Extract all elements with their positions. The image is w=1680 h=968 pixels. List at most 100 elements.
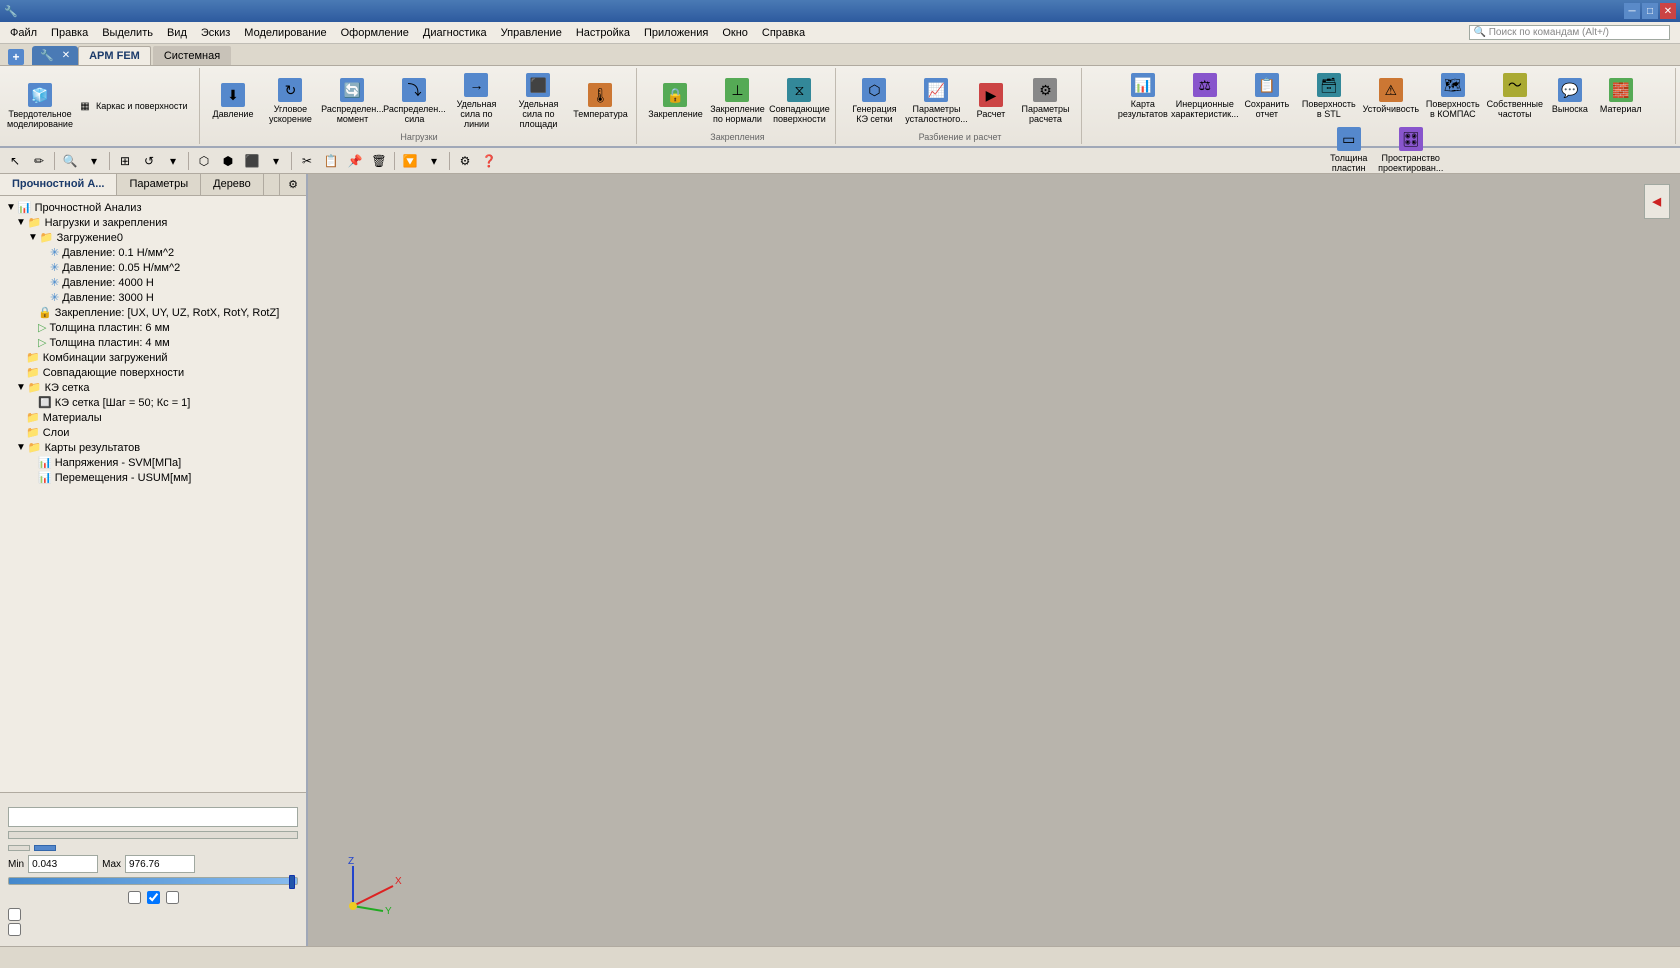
- menu-view[interactable]: Вид: [161, 25, 193, 41]
- angular-acc-btn[interactable]: ↻ Угловое ускорение: [260, 75, 320, 127]
- menu-format[interactable]: Оформление: [335, 25, 415, 41]
- design-space-btn[interactable]: 🎛 Пространство проектирован...: [1381, 124, 1441, 176]
- menu-edit[interactable]: Правка: [45, 25, 94, 41]
- menu-control[interactable]: Управление: [495, 25, 568, 41]
- material-btn[interactable]: 🧱 Материал: [1595, 75, 1647, 117]
- tree-item-pressure2[interactable]: ✳ Давление: 0.05 Н/мм^2: [4, 260, 302, 275]
- tree-item-thickness6[interactable]: ▷ Толщина пластин: 6 мм: [4, 320, 302, 335]
- tb-zoom-btn[interactable]: 🔍: [59, 150, 81, 172]
- close-tab-icon[interactable]: ✕: [62, 50, 70, 61]
- search-box[interactable]: 🔍 Поиск по командам (Alt+/): [1469, 25, 1670, 40]
- dp-recolor-cb[interactable]: [8, 908, 21, 921]
- calculate-btn[interactable]: ▶ Расчет: [968, 80, 1013, 122]
- tab-params[interactable]: Параметры: [117, 174, 201, 195]
- solid-model-btn[interactable]: 🧊 Твердотельное моделирование: [10, 80, 70, 132]
- minimize-btn[interactable]: ─: [1624, 3, 1640, 19]
- tree-item-loading0[interactable]: ▼ 📁 Загружение0: [4, 230, 302, 245]
- save-report-btn[interactable]: 📋 Сохранить отчет: [1237, 70, 1297, 122]
- tb-sketch-btn[interactable]: ✏: [28, 150, 50, 172]
- tb-render-drop[interactable]: ▾: [265, 150, 287, 172]
- tb-select-btn[interactable]: ↖: [4, 150, 26, 172]
- tb-help-btn[interactable]: ❓: [478, 150, 500, 172]
- dist-moment-btn[interactable]: 🔄 Распределен... момент: [322, 75, 382, 127]
- normal-constraint-btn[interactable]: ⊥ Закрепление по нормали: [707, 75, 767, 127]
- stability-btn[interactable]: ⚠ Устойчивость: [1361, 75, 1421, 117]
- menu-help[interactable]: Справка: [756, 25, 811, 41]
- mesh-gen-btn[interactable]: ⬡ Генерация КЭ сетки: [844, 75, 904, 127]
- tb-filter-drop[interactable]: ▾: [423, 150, 445, 172]
- dist-force-btn[interactable]: ⤵ Распределен... сила: [384, 75, 444, 127]
- tb-delete-btn[interactable]: 🗑: [368, 150, 390, 172]
- tb-filter-btn[interactable]: 🔽: [399, 150, 421, 172]
- dp-cb2[interactable]: [147, 891, 160, 904]
- menu-settings[interactable]: Настройка: [570, 25, 636, 41]
- surface-kompas-btn[interactable]: 🗺 Поверхность в КОМПАС: [1423, 70, 1483, 122]
- dp-min-input[interactable]: [28, 855, 98, 873]
- close-btn[interactable]: ✕: [1660, 3, 1676, 19]
- menu-apps[interactable]: Приложения: [638, 25, 714, 41]
- add-tab-btn[interactable]: +: [8, 49, 24, 65]
- callout-btn[interactable]: 💬 Выноска: [1547, 75, 1593, 117]
- tree-item-materials[interactable]: 📁 Материалы: [4, 410, 302, 425]
- tree-item-constraint[interactable]: 🔒 Закрепление: [UX, UY, UZ, RotX, RotY, …: [4, 305, 302, 320]
- tb-wireframe-btn[interactable]: ⬢: [217, 150, 239, 172]
- tree-item-result-maps[interactable]: ▼ 📁 Карты результатов: [4, 440, 302, 455]
- tab-sistemная[interactable]: Системная: [153, 46, 231, 65]
- dp-cb3[interactable]: [166, 891, 179, 904]
- dp-depth-input[interactable]: [8, 807, 298, 827]
- inertia-btn[interactable]: ⚖ Инерционные характеристик...: [1175, 70, 1235, 122]
- menu-model[interactable]: Моделирование: [238, 25, 332, 41]
- tab-apm-fem[interactable]: APM FEM: [78, 46, 151, 65]
- temperature-btn[interactable]: 🌡 Температура: [570, 80, 630, 122]
- area-force-btn[interactable]: ⬛ Удельная сила по площади: [508, 70, 568, 132]
- fatigue-params-btn[interactable]: 📈 Параметры усталостного...: [906, 75, 966, 127]
- tree-item-pressure1[interactable]: ✳ Давление: 0.1 Н/мм^2: [4, 245, 302, 260]
- dp-slider-thumb[interactable]: [289, 875, 295, 889]
- tree-item-pressure4[interactable]: ✳ Давление: 3000 Н: [4, 290, 302, 305]
- thickness-btn[interactable]: ▭ Толщина пластин: [1319, 124, 1379, 176]
- tb-settings-btn[interactable]: ⚙: [454, 150, 476, 172]
- tb-copy-btn[interactable]: 📋: [320, 150, 342, 172]
- tab-schwertboot[interactable]: 🔧 ✕: [32, 46, 78, 65]
- tb-view3d-btn[interactable]: ⬡: [193, 150, 215, 172]
- viewport[interactable]: ◀ X Y Z: [308, 174, 1680, 946]
- line-force-btn[interactable]: → Удельная сила по линии: [446, 70, 506, 132]
- constraint-btn[interactable]: 🔒 Закрепление: [645, 80, 705, 122]
- tree-item-layers[interactable]: 📁 Слои: [4, 425, 302, 440]
- dp-minmax-btn[interactable]: [8, 845, 30, 851]
- dp-cb1[interactable]: [128, 891, 141, 904]
- result-map-btn[interactable]: 📊 Карта результатов: [1113, 70, 1173, 122]
- panel-gear-btn[interactable]: ⚙: [279, 174, 306, 195]
- tb-cut-btn[interactable]: ✂: [296, 150, 318, 172]
- tb-zoom-drop[interactable]: ▾: [83, 150, 105, 172]
- tree-item-thickness4[interactable]: ▷ Толщина пластин: 4 мм: [4, 335, 302, 350]
- tab-tree[interactable]: Дерево: [201, 174, 264, 195]
- dp-set-plane-btn[interactable]: [8, 831, 298, 839]
- dp-callout-btn[interactable]: [34, 845, 56, 851]
- tb-render-btn[interactable]: ⬛: [241, 150, 263, 172]
- tree-item-mesh-param[interactable]: 🔲 КЭ сетка [Шаг = 50; Кс = 1]: [4, 395, 302, 410]
- boat-canvas[interactable]: [308, 174, 1680, 946]
- menu-diag[interactable]: Диагностика: [417, 25, 493, 41]
- tb-rotate-drop[interactable]: ▾: [162, 150, 184, 172]
- menu-select[interactable]: Выделить: [96, 25, 159, 41]
- tree-item-stress[interactable]: 📊 Напряжения - SVM[МПа]: [4, 455, 302, 470]
- tree-item-loads[interactable]: ▼ 📁 Нагрузки и закрепления: [4, 215, 302, 230]
- pressure-btn[interactable]: ⬇ Давление: [208, 80, 259, 122]
- tree-item-combinations[interactable]: 📁 Комбинации загружений: [4, 350, 302, 365]
- tree-item-pressure3[interactable]: ✳ Давление: 4000 Н: [4, 275, 302, 290]
- natural-freq-btn[interactable]: 〜 Собственные частоты: [1485, 70, 1545, 122]
- coincide-surface-btn[interactable]: ⧖ Совпадающие поверхности: [769, 75, 829, 127]
- surface-stl-btn[interactable]: 🗃 Поверхность в STL: [1299, 70, 1359, 122]
- menu-window[interactable]: Окно: [716, 25, 754, 41]
- dp-max-input[interactable]: [125, 855, 195, 873]
- tree-item-root[interactable]: ▼ 📊 Прочностной Анализ: [4, 200, 302, 215]
- menu-file[interactable]: Файл: [4, 25, 43, 41]
- tree-item-coincide[interactable]: 📁 Совпадающие поверхности: [4, 365, 302, 380]
- tree-item-mesh[interactable]: ▼ 📁 КЭ сетка: [4, 380, 302, 395]
- maximize-btn[interactable]: □: [1642, 3, 1658, 19]
- tab-analysis[interactable]: Прочностной А...: [0, 174, 117, 195]
- tb-fit-btn[interactable]: ⊞: [114, 150, 136, 172]
- tb-rotate-btn[interactable]: ↺: [138, 150, 160, 172]
- tb-paste-btn[interactable]: 📌: [344, 150, 366, 172]
